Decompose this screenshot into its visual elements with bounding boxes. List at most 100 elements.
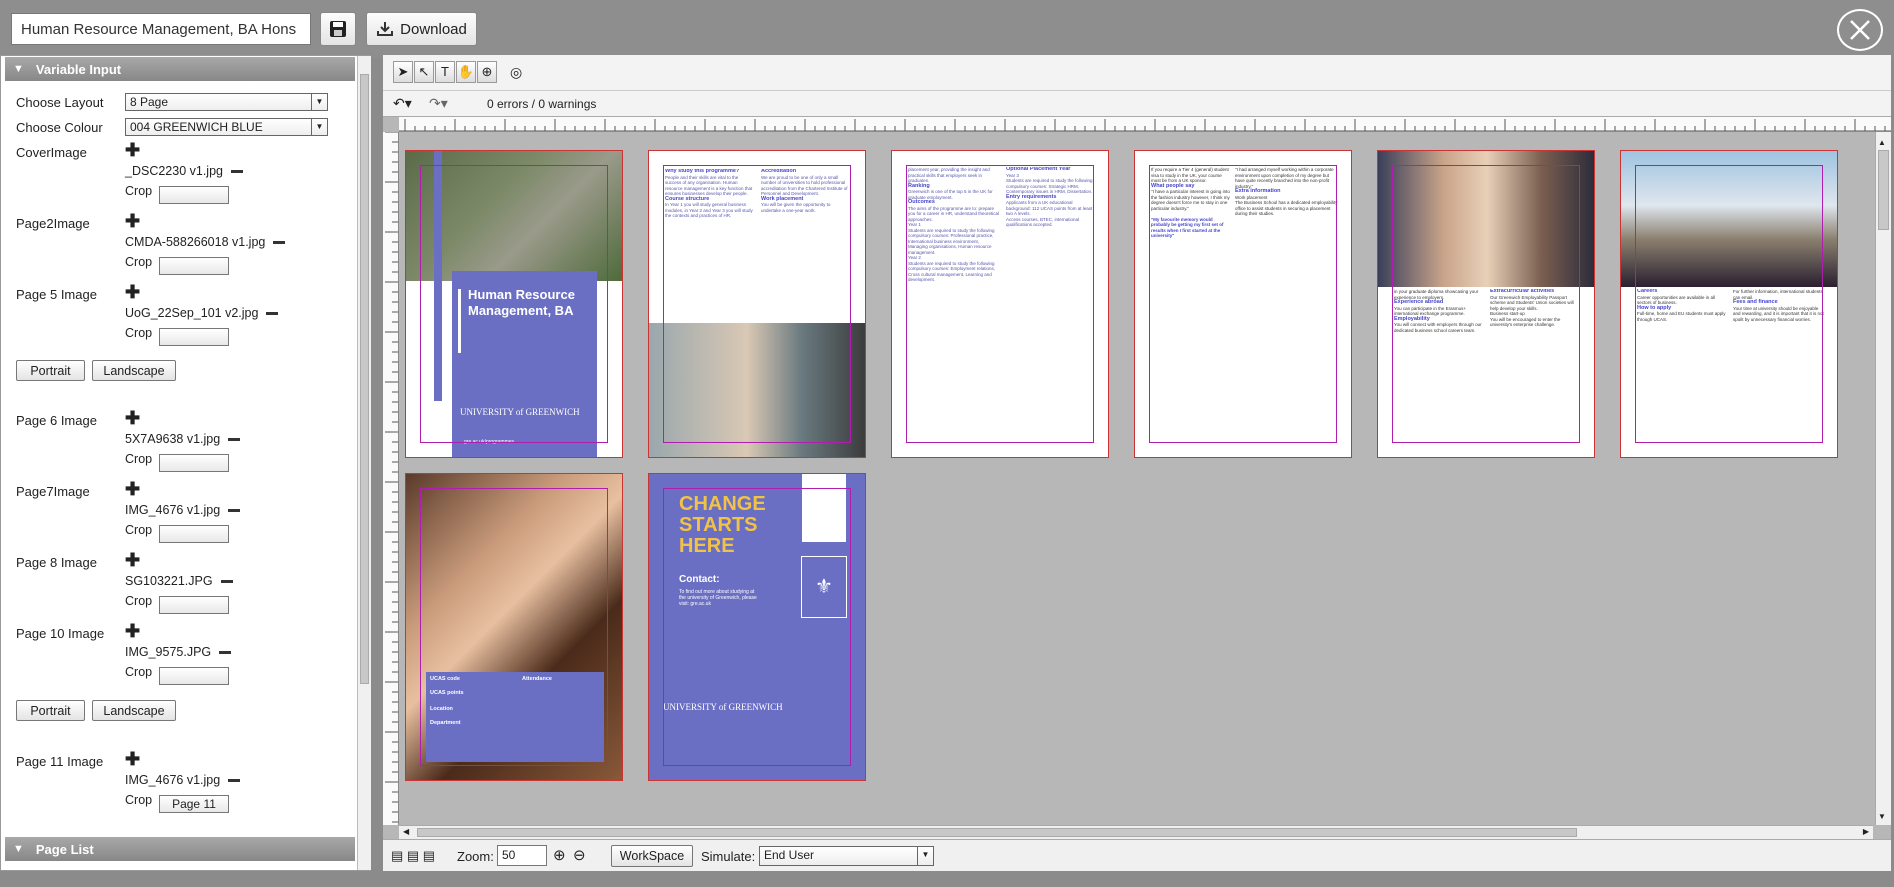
- redo-icon[interactable]: ↷▾: [429, 95, 448, 112]
- simulate-label: Simulate:: [701, 849, 756, 864]
- add-image-icon[interactable]: ✚: [125, 283, 140, 301]
- page8-image-label: Page 8 Image: [16, 555, 97, 570]
- close-icon: [1850, 20, 1870, 40]
- document-title-input[interactable]: [11, 13, 311, 45]
- left-panel-scrollbar[interactable]: [357, 56, 371, 870]
- vertical-ruler: [383, 132, 399, 825]
- page-2[interactable]: Why study this programme? People and thei…: [648, 150, 866, 458]
- scroll-down-icon[interactable]: ▼: [1878, 812, 1886, 821]
- landscape-button[interactable]: Landscape: [92, 360, 176, 381]
- choose-layout-select[interactable]: 8 Page ▼: [125, 93, 328, 111]
- page-4[interactable]: If you require a Tier 4 (general) studen…: [1134, 150, 1352, 458]
- page-icons[interactable]: ▤ ▤ ▤: [391, 848, 435, 864]
- image-filename: UoG_22Sep_101 v2.jpg: [125, 306, 279, 320]
- download-button[interactable]: Download: [366, 12, 477, 46]
- zoom-out-icon[interactable]: ⊖: [573, 846, 586, 864]
- scroll-thumb[interactable]: [417, 828, 1577, 837]
- image-filename: SG103221.JPG: [125, 574, 233, 588]
- page-7[interactable]: UCAS code UCAS points Location Departmen…: [405, 473, 623, 781]
- add-image-icon[interactable]: ✚: [125, 551, 140, 569]
- scroll-up-icon[interactable]: ▲: [1878, 138, 1886, 147]
- dropdown-arrow-icon: ▼: [917, 847, 933, 865]
- choose-colour-label: Choose Colour: [16, 120, 103, 135]
- remove-image-icon[interactable]: [220, 580, 233, 584]
- add-image-icon[interactable]: ✚: [125, 480, 140, 498]
- zoom-tool-icon[interactable]: ⊕: [477, 61, 497, 83]
- page-cover[interactable]: Human Resource Management, BA UNIVERSITY…: [405, 150, 623, 458]
- crop-button[interactable]: [159, 667, 229, 685]
- scroll-thumb[interactable]: [1878, 150, 1889, 230]
- crop-button[interactable]: [159, 328, 229, 346]
- page5-image-label: Page 5 Image: [16, 287, 97, 302]
- crop-button[interactable]: [159, 257, 229, 275]
- page-5[interactable]: in your graduate diploma showcasing your…: [1377, 150, 1595, 458]
- scroll-left-icon[interactable]: ◀: [403, 827, 409, 836]
- crop-label: Crop: [125, 793, 153, 807]
- page7-image-label: Page7Image: [16, 484, 90, 499]
- remove-image-icon[interactable]: [228, 438, 241, 442]
- crop-button[interactable]: [159, 186, 229, 204]
- add-image-icon[interactable]: ✚: [125, 409, 140, 427]
- direct-select-icon[interactable]: ↖: [414, 61, 434, 83]
- workspace-button[interactable]: WorkSpace: [611, 845, 693, 867]
- dropdown-arrow-icon: ▼: [311, 119, 327, 135]
- crop-label: Crop: [125, 594, 153, 608]
- remove-image-icon[interactable]: [219, 651, 232, 655]
- horizontal-ruler: [399, 117, 1891, 132]
- simulate-select[interactable]: End User ▼: [759, 846, 934, 866]
- image-filename: IMG_9575.JPG: [125, 645, 232, 659]
- zoom-in-icon[interactable]: ⊕: [553, 846, 566, 864]
- image-filename: _DSC2230 v1.jpg: [125, 164, 243, 178]
- add-image-icon[interactable]: ✚: [125, 141, 140, 159]
- choose-colour-value: 004 GREENWICH BLUE: [130, 120, 263, 134]
- cover-image-label: CoverImage: [16, 145, 87, 160]
- preview-icon[interactable]: ◎: [510, 64, 522, 81]
- crop-button[interactable]: [159, 454, 229, 472]
- remove-image-icon[interactable]: [228, 509, 241, 513]
- add-image-icon[interactable]: ✚: [125, 750, 140, 768]
- undo-toolbar: ↶▾ ↷▾ 0 errors / 0 warnings: [383, 91, 1891, 117]
- dropdown-arrow-icon: ▼: [311, 94, 327, 110]
- zoom-input[interactable]: 50: [497, 845, 547, 866]
- scroll-thumb[interactable]: [360, 74, 369, 684]
- page-list-header[interactable]: ▼ Page List: [5, 837, 355, 861]
- page-3[interactable]: placement year, providing the insight an…: [891, 150, 1109, 458]
- page-6[interactable]: Careers Career opportunities are availabl…: [1620, 150, 1838, 458]
- crop-button[interactable]: [159, 525, 229, 543]
- close-button[interactable]: [1837, 9, 1883, 51]
- undo-icon[interactable]: ↶▾: [393, 95, 412, 112]
- page-list-title: Page List: [35, 841, 94, 857]
- editor-area: ➤ ↖ T ✋ ⊕ ◎ ↶▾ ↷▾ 0 errors / 0 warnings …: [383, 55, 1891, 871]
- status-bar: ▤ ▤ ▤ Zoom: 50 ⊕ ⊖ WorkSpace Simulate: E…: [383, 839, 1891, 871]
- portrait-button[interactable]: Portrait: [16, 360, 85, 381]
- tool-toolbar: ➤ ↖ T ✋ ⊕ ◎: [383, 55, 1891, 91]
- remove-image-icon[interactable]: [228, 779, 241, 783]
- floppy-disk-icon: [330, 21, 346, 37]
- hand-tool-icon[interactable]: ✋: [456, 61, 476, 83]
- crop-button[interactable]: [159, 596, 229, 614]
- remove-image-icon[interactable]: [230, 170, 243, 174]
- image-filename: CMDA-588266018 v1.jpg: [125, 235, 286, 249]
- remove-image-icon[interactable]: [266, 312, 279, 316]
- crop-label: Crop: [125, 665, 153, 679]
- portrait-button[interactable]: Portrait: [16, 700, 85, 721]
- choose-layout-label: Choose Layout: [16, 95, 104, 110]
- add-image-icon[interactable]: ✚: [125, 622, 140, 640]
- canvas-horizontal-scrollbar[interactable]: ◀ ▶: [399, 825, 1873, 839]
- variable-input-header[interactable]: ▼ Variable Input: [5, 57, 355, 81]
- page-canvas[interactable]: Human Resource Management, BA UNIVERSITY…: [399, 132, 1873, 825]
- page10-image-label: Page 10 Image: [16, 626, 105, 641]
- collapse-triangle-icon: ▼: [13, 63, 24, 75]
- landscape-button[interactable]: Landscape: [92, 700, 176, 721]
- select-arrow-icon[interactable]: ➤: [393, 61, 413, 83]
- save-button[interactable]: [320, 12, 356, 46]
- choose-colour-select[interactable]: 004 GREENWICH BLUE ▼: [125, 118, 328, 136]
- canvas-vertical-scrollbar[interactable]: ▲ ▼: [1875, 132, 1891, 825]
- text-tool-icon[interactable]: T: [435, 61, 455, 83]
- add-image-icon[interactable]: ✚: [125, 212, 140, 230]
- crop-button[interactable]: Page 11: [159, 795, 229, 813]
- page-back-cover[interactable]: CHANGE STARTS HERE Contact: To find out …: [648, 473, 866, 781]
- download-icon: [377, 22, 394, 36]
- scroll-right-icon[interactable]: ▶: [1863, 827, 1869, 836]
- remove-image-icon[interactable]: [273, 241, 286, 245]
